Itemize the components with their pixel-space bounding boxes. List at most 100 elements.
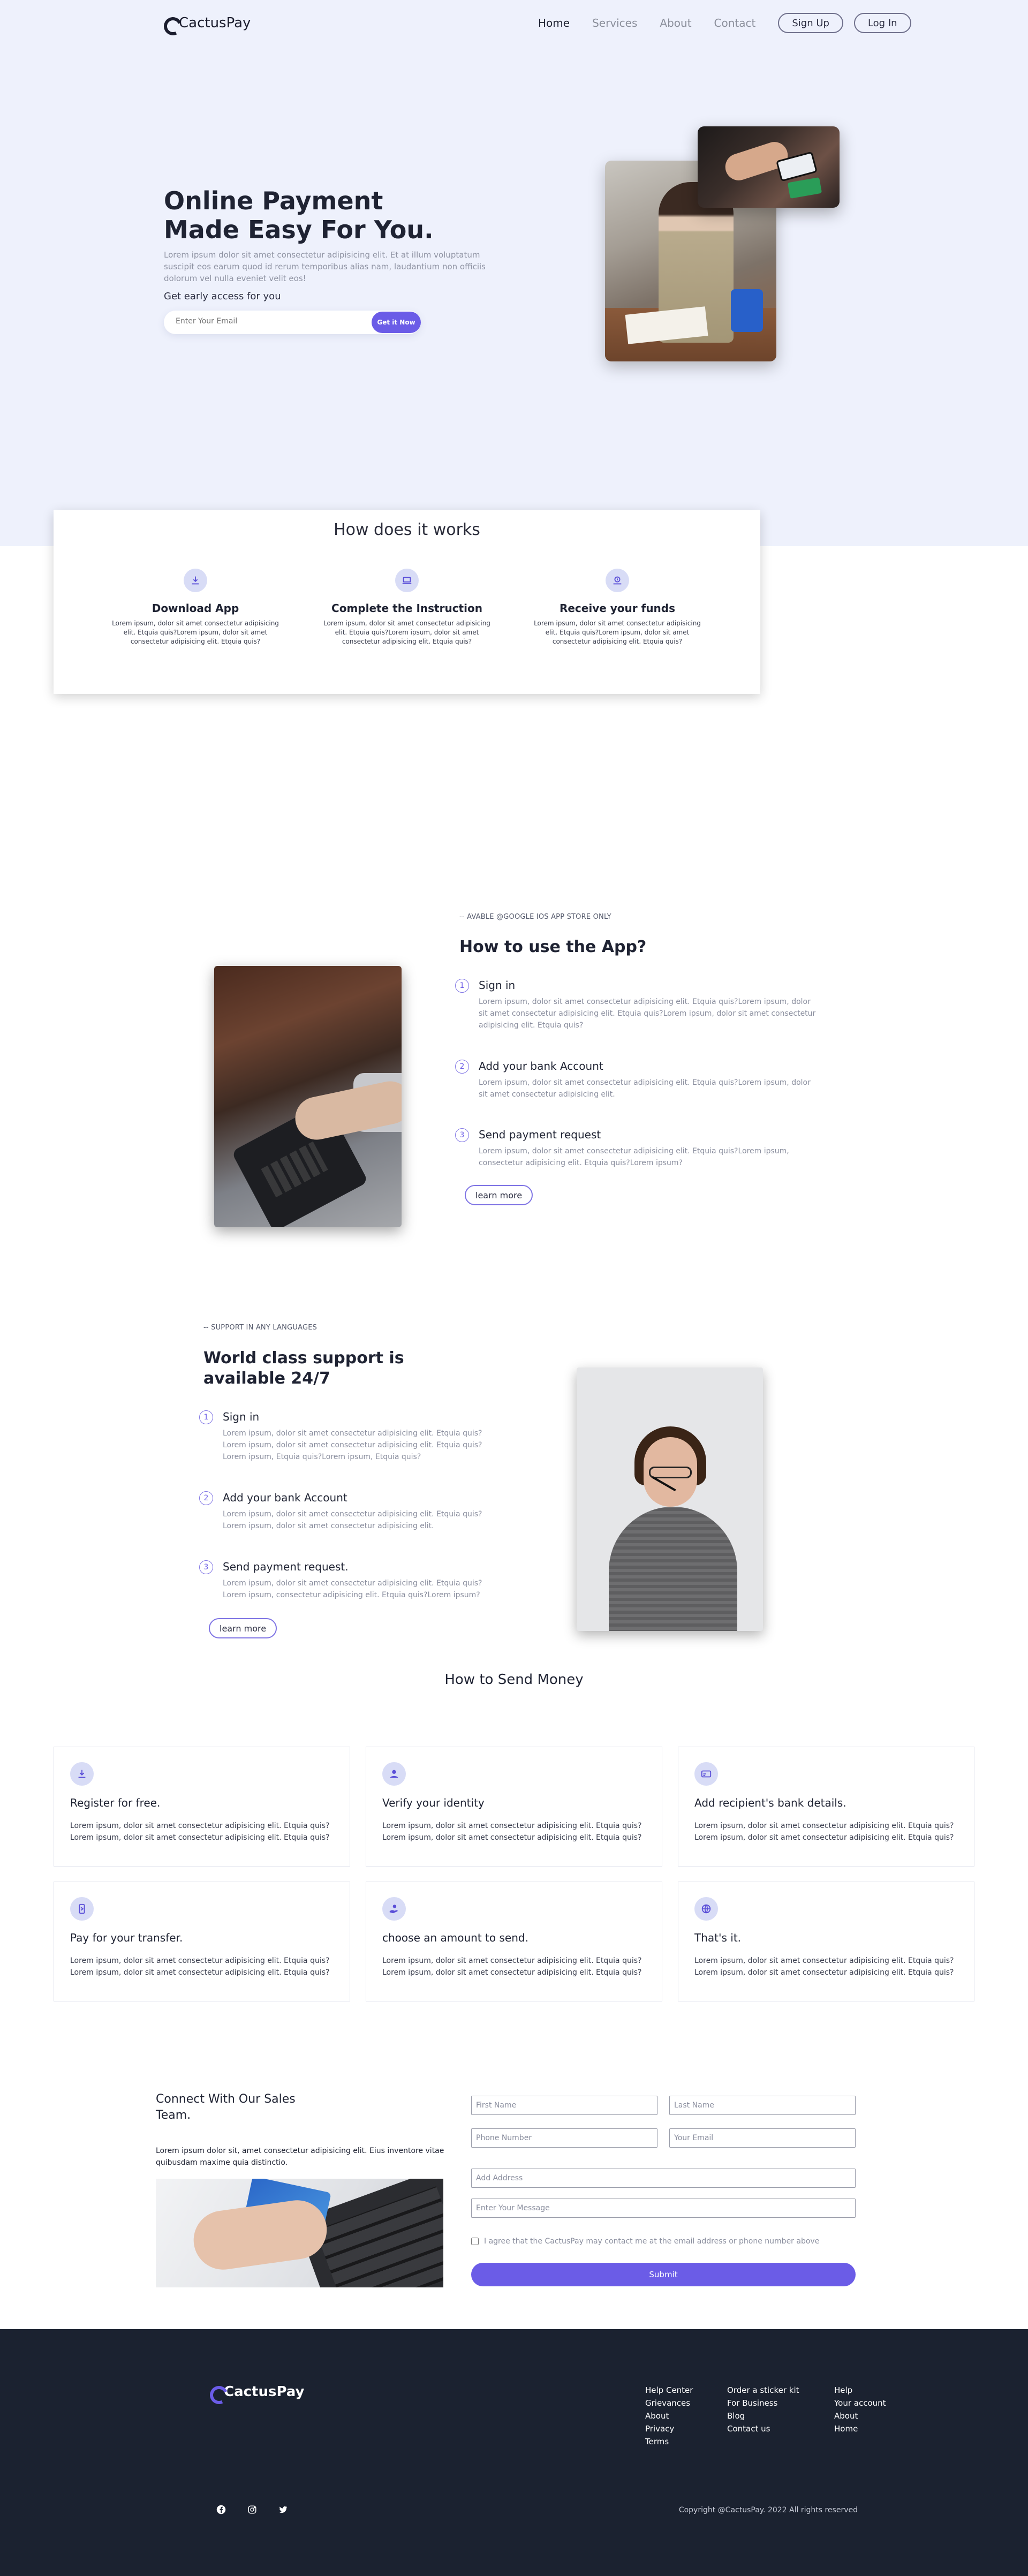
- send-card-text: Lorem ipsum, dolor sit amet consectetur …: [382, 1956, 642, 1977]
- footer-links-1: Help Center Grievances About Privacy Ter…: [645, 2384, 693, 2448]
- instagram-icon[interactable]: [246, 2504, 258, 2515]
- consent-row[interactable]: I agree that the CactusPay may contact m…: [471, 2237, 819, 2246]
- main-nav: Home Services About Contact Sign Up Log …: [538, 13, 911, 33]
- support-section-title: World class support is available 24/7: [203, 1349, 404, 1388]
- app-step-2: 2 Add your bank Account Lorem ipsum, dol…: [455, 1060, 819, 1102]
- footer-link[interactable]: Order a sticker kit: [727, 2384, 799, 2397]
- funds-icon: [606, 569, 629, 592]
- nav-contact[interactable]: Contact: [714, 17, 756, 29]
- send-card-pay: Pay for your transfer. Lorem ipsum, dolo…: [54, 1882, 350, 2001]
- early-access-form: Get it Now: [164, 311, 421, 334]
- copyright-text: Copyright @CactusPay. 2022 All rights re…: [678, 2506, 858, 2514]
- send-card-text: Lorem ipsum, dolor sit amet consectetur …: [382, 1822, 642, 1842]
- how-item-funds: Receive your funds Lorem ipsum, dolor si…: [524, 569, 711, 646]
- support-eyebrow: -- SUPPORT IN ANY LANGUAGES: [203, 1324, 318, 1332]
- send-card-title: Add recipient's bank details.: [694, 1796, 846, 1809]
- card-terminal-photo: [214, 966, 402, 1227]
- footer-link[interactable]: Grievances: [645, 2397, 693, 2409]
- laptop-icon: [395, 569, 419, 592]
- how-item-title: Download App: [152, 602, 239, 615]
- phone-field[interactable]: [471, 2128, 657, 2148]
- email-input[interactable]: [176, 317, 352, 326]
- support-learn-more-button[interactable]: learn more: [209, 1618, 277, 1638]
- app-learn-more-button[interactable]: learn more: [465, 1185, 533, 1205]
- footer-logo[interactable]: CactusPay: [210, 2384, 305, 2400]
- app-eyebrow: -- AVABLE @GOOGLE IOS APP STORE ONLY: [459, 913, 611, 921]
- footer-link[interactable]: Help Center: [645, 2384, 693, 2397]
- hero-title: Online Payment Made Easy For You.: [164, 186, 434, 244]
- footer-link[interactable]: Terms: [645, 2435, 693, 2448]
- send-card-amount: choose an amount to send. Lorem ipsum, d…: [366, 1882, 662, 2001]
- send-card-text: Lorem ipsum, dolor sit amet consectetur …: [694, 1956, 954, 1977]
- log-in-button[interactable]: Log In: [853, 13, 911, 33]
- submit-button[interactable]: Submit: [471, 2263, 856, 2286]
- nav-about[interactable]: About: [660, 17, 691, 29]
- how-it-works-title: How does it works: [334, 520, 480, 539]
- send-money-title: How to Send Money: [444, 1672, 584, 1688]
- step-text: Lorem ipsum, dolor sit amet consectetur …: [223, 1429, 482, 1461]
- support-step-2: 2 Add your bank Account Lorem ipsum, dol…: [199, 1491, 520, 1534]
- step-number: 1: [455, 979, 469, 993]
- footer-link[interactable]: Home: [834, 2422, 886, 2435]
- nav-services[interactable]: Services: [592, 17, 637, 29]
- nav-home[interactable]: Home: [538, 17, 570, 29]
- message-field[interactable]: [471, 2199, 856, 2218]
- hero-subtitle: Get early access for you: [164, 291, 281, 302]
- how-item-title: Complete the Instruction: [331, 602, 482, 615]
- phone-payment-photo: [698, 126, 840, 208]
- footer-link[interactable]: About: [645, 2409, 693, 2422]
- address-field[interactable]: [471, 2169, 856, 2188]
- send-card-title: choose an amount to send.: [382, 1931, 528, 1944]
- send-card-text: Lorem ipsum, dolor sit amet consectetur …: [70, 1822, 330, 1842]
- step-text: Lorem ipsum, dolor sit amet consectetur …: [223, 1579, 482, 1599]
- hand-coin-icon: [382, 1897, 406, 1921]
- footer-link[interactable]: Help: [834, 2384, 886, 2397]
- step-title: Sign in: [479, 979, 516, 992]
- step-title: Send payment request: [479, 1128, 601, 1141]
- footer-link[interactable]: For Business: [727, 2397, 799, 2409]
- step-number: 3: [199, 1560, 213, 1574]
- send-card-register: Register for free. Lorem ipsum, dolor si…: [54, 1747, 350, 1867]
- hero-description: Lorem ipsum dolor sit amet consectetur a…: [164, 250, 486, 283]
- social-links: [215, 2504, 289, 2515]
- send-card-text: Lorem ipsum, dolor sit amet consectetur …: [70, 1956, 330, 1977]
- footer-link[interactable]: About: [834, 2409, 886, 2422]
- user-icon: [382, 1762, 406, 1786]
- hero-section: CactusPay Home Services About Contact Si…: [0, 0, 1028, 546]
- contact-text: Lorem ipsum dolor sit, amet consectetur …: [156, 2147, 444, 2167]
- consent-checkbox[interactable]: [471, 2238, 479, 2245]
- how-item-text: Lorem ipsum, dolor sit amet consectetur …: [323, 620, 490, 645]
- how-item-instruction: Complete the Instruction Lorem ipsum, do…: [313, 569, 501, 646]
- footer-logo-text: CactusPay: [224, 2384, 305, 2400]
- footer-link[interactable]: Privacy: [645, 2422, 693, 2435]
- bank-card-icon: [694, 1762, 718, 1786]
- step-title: Send payment request.: [223, 1560, 349, 1573]
- consent-label: I agree that the CactusPay may contact m…: [484, 2237, 820, 2246]
- send-card-title: That's it.: [694, 1931, 742, 1944]
- how-item-title: Receive your funds: [559, 602, 676, 615]
- facebook-icon[interactable]: [215, 2504, 227, 2515]
- sign-up-button[interactable]: Sign Up: [778, 13, 843, 33]
- step-text: Lorem ipsum, dolor sit amet consectetur …: [479, 998, 816, 1030]
- credit-card-laptop-photo: [156, 2179, 443, 2287]
- step-number: 3: [455, 1128, 469, 1142]
- twitter-icon[interactable]: [277, 2504, 289, 2515]
- logo[interactable]: CactusPay: [164, 15, 251, 31]
- footer-links-3: Help Your account About Home: [834, 2384, 886, 2435]
- get-it-now-button[interactable]: Get it Now: [372, 312, 421, 333]
- support-step-3: 3 Send payment request. Lorem ipsum, dol…: [199, 1560, 520, 1603]
- support-agent-photo: [577, 1368, 763, 1631]
- step-number: 2: [455, 1060, 469, 1074]
- last-name-field[interactable]: [669, 2096, 856, 2115]
- app-step-3: 3 Send payment request Lorem ipsum, dolo…: [455, 1128, 819, 1171]
- send-card-title: Pay for your transfer.: [70, 1931, 183, 1944]
- send-card-verify: Verify your identity Lorem ipsum, dolor …: [366, 1747, 662, 1867]
- email-field[interactable]: [669, 2128, 856, 2148]
- send-card-bank-details: Add recipient's bank details. Lorem ipsu…: [678, 1747, 974, 1867]
- footer: CactusPay Help Center Grievances About P…: [0, 2329, 1028, 2576]
- first-name-field[interactable]: [471, 2096, 657, 2115]
- footer-links-2: Order a sticker kit For Business Blog Co…: [727, 2384, 799, 2435]
- footer-link[interactable]: Contact us: [727, 2422, 799, 2435]
- footer-link[interactable]: Your account: [834, 2397, 886, 2409]
- footer-link[interactable]: Blog: [727, 2409, 799, 2422]
